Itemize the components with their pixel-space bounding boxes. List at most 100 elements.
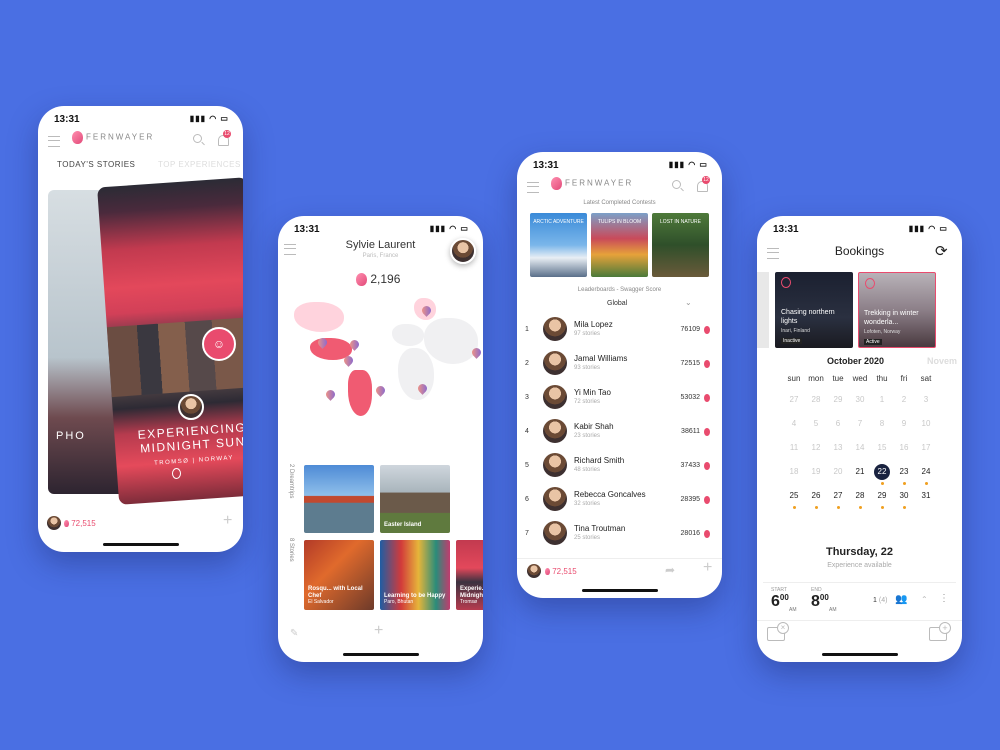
time-slot-row[interactable]: START 600 AM END 800 AM 1 (4) 👥 ⌃ ⋮: [763, 582, 956, 621]
tab-todays-stories[interactable]: TODAY'S STORIES: [57, 160, 135, 169]
leaderboard-row[interactable]: 2 Jamal Williams 93 stories 72515: [517, 348, 722, 381]
reaction-button[interactable]: ☺: [202, 327, 236, 361]
row-score: 38611: [681, 428, 700, 435]
menu-icon[interactable]: [48, 136, 60, 147]
status-time: 13:31: [294, 224, 320, 235]
weekday-header: wed: [852, 374, 868, 383]
weekday-header: mon: [808, 374, 824, 383]
story-thumb-chef[interactable]: Rosqu... with Local Chef El Salvador: [304, 540, 374, 610]
story-thumb-caption: Learning to be Happy Paro, Bhutan: [384, 592, 446, 606]
calendar-day[interactable]: 26: [805, 488, 827, 504]
map-pin[interactable]: [324, 388, 337, 401]
calendar-day[interactable]: 24: [915, 464, 937, 480]
calendar-day[interactable]: 27: [827, 488, 849, 504]
calendar-day: 6: [835, 419, 841, 428]
add-icon[interactable]: +: [703, 559, 712, 577]
search-icon[interactable]: [672, 180, 681, 189]
contest-arctic[interactable]: ARCTIC ADVENTURE: [530, 213, 587, 277]
calendar-day[interactable]: 31: [915, 488, 937, 504]
leaderboard-row[interactable]: 5 Richard Smith 48 stories 37433: [517, 450, 722, 483]
row-stories: 32 stories: [574, 501, 601, 507]
map-land-canada: [294, 302, 344, 332]
calendar-day[interactable]: 25: [783, 488, 805, 504]
row-name: Tina Troutman: [574, 524, 626, 533]
balloon-icon: [704, 394, 710, 402]
bottom-bar: 72,515 ➦ +: [517, 558, 722, 589]
map-pin[interactable]: [374, 384, 387, 397]
availability-dot: [881, 506, 884, 509]
calendar-day[interactable]: 23: [893, 464, 915, 480]
row-score: 37433: [680, 462, 700, 469]
calendar-day[interactable]: 21: [849, 464, 871, 480]
row-name: Richard Smith: [574, 456, 625, 465]
story-back-title: PHO: [56, 430, 86, 442]
menu-icon[interactable]: [527, 182, 539, 193]
status-bar: 13:31 ▮▮▮ ◠ ▭: [757, 216, 962, 238]
edit-pencil-icon[interactable]: ✎: [290, 628, 298, 639]
calendar-day: 20: [833, 467, 843, 476]
leaderboard-row[interactable]: 6 Rebecca Goncalves 32 stories 28395: [517, 484, 722, 517]
phone-stories: 13:31 ▮▮▮ ◠ ▭ FERNWAYER 12 TODAY'S STORI…: [38, 106, 243, 552]
calendar-next-month[interactable]: Novem: [927, 356, 957, 366]
calendar-day[interactable]: 29: [871, 488, 893, 504]
status-bar: 13:31 ▮▮▮ ◠ ▭: [278, 216, 483, 238]
booking-card-trekking[interactable]: Trekking in winter wonderla... Lofoten, …: [858, 272, 936, 348]
row-name: Jamal Williams: [574, 354, 628, 363]
contest-tulips[interactable]: TULIPS IN BLOOM: [591, 213, 648, 277]
leaderboard-filter[interactable]: Global: [607, 300, 627, 307]
start-hour: 6: [771, 593, 780, 610]
booking-card-northern-lights[interactable]: Chasing northern lights Inari, Finland I…: [775, 272, 853, 348]
end-time: 800 AM: [811, 593, 837, 613]
stories-label[interactable]: 8 Stories: [288, 538, 294, 562]
calendar-day-selected[interactable]: 22: [874, 464, 890, 480]
row-rank: 3: [525, 394, 529, 401]
story-thumb-tromso[interactable]: Experie... Midnigh...Tromsø: [456, 540, 483, 610]
profile-avatar[interactable]: [450, 238, 476, 264]
leaderboard-row[interactable]: 4 Kabir Shah 23 stories 38611: [517, 416, 722, 449]
chevron-down-icon[interactable]: ⌄: [685, 298, 692, 307]
leaderboard-row[interactable]: 1 Mila Lopez 97 stories 76109: [517, 314, 722, 347]
leaderboard-row[interactable]: 7 Tina Troutman 25 stories 28016: [517, 518, 722, 551]
world-map[interactable]: [284, 296, 483, 436]
leaderboard-title: Leaderboards - Swagger Score: [577, 287, 662, 293]
story-thumb-bhutan[interactable]: Learning to be Happy Paro, Bhutan: [380, 540, 450, 610]
my-score-value: 72,515: [71, 519, 96, 528]
contest-label: ARCTIC ADVENTURE: [533, 219, 584, 225]
calendar-day: 7: [857, 419, 863, 428]
search-icon[interactable]: [193, 134, 202, 143]
status-bar: 13:31 ▮▮▮ ◠ ▭: [38, 106, 243, 128]
my-avatar[interactable]: [47, 516, 61, 530]
weekday-header: thu: [876, 374, 888, 383]
contest-nature[interactable]: LOST IN NATURE: [652, 213, 709, 277]
weekday-header: sun: [787, 374, 801, 383]
calendar-day: 30: [855, 395, 865, 404]
tab-top-experiences[interactable]: TOP EXPERIENCES: [158, 160, 241, 169]
map-land-asia: [424, 318, 478, 364]
calendar-day[interactable]: 28: [849, 488, 871, 504]
contest-label: TULIPS IN BLOOM: [597, 219, 642, 225]
refresh-icon[interactable]: ⟳: [935, 242, 948, 260]
guests: 1: [873, 597, 877, 604]
booking-card-title: Chasing northern lights: [781, 309, 835, 325]
leaderboard-row[interactable]: 3 Yi Min Tao 72 stories 53032: [517, 382, 722, 415]
more-options-icon[interactable]: ⋮: [939, 593, 949, 604]
calendar-day[interactable]: 30: [893, 488, 915, 504]
row-avatar: [543, 385, 567, 409]
add-icon[interactable]: +: [374, 622, 383, 640]
calendar-day: 28: [811, 395, 821, 404]
balloon-icon: [704, 428, 710, 436]
add-icon[interactable]: +: [223, 512, 232, 530]
signal-wifi-battery-icon: ▮▮▮ ◠ ▭: [429, 224, 469, 233]
story-author-avatar[interactable]: [178, 394, 204, 420]
chevron-up-icon[interactable]: ⌃: [921, 595, 928, 604]
row-rank: 1: [525, 326, 529, 333]
dreamtrip-easter-island[interactable]: Easter Island: [380, 465, 450, 533]
dreamtrips-label[interactable]: 2 Dreamtrips: [288, 464, 294, 498]
row-stories: 23 stories: [574, 433, 601, 439]
my-avatar[interactable]: [527, 564, 541, 578]
dreamtrip-golden-gate[interactable]: [304, 465, 374, 533]
notification-badge: 12: [702, 176, 710, 184]
row-avatar: [543, 419, 567, 443]
share-icon[interactable]: ➦: [665, 563, 675, 577]
surprised-face-icon: ☺: [212, 337, 226, 351]
